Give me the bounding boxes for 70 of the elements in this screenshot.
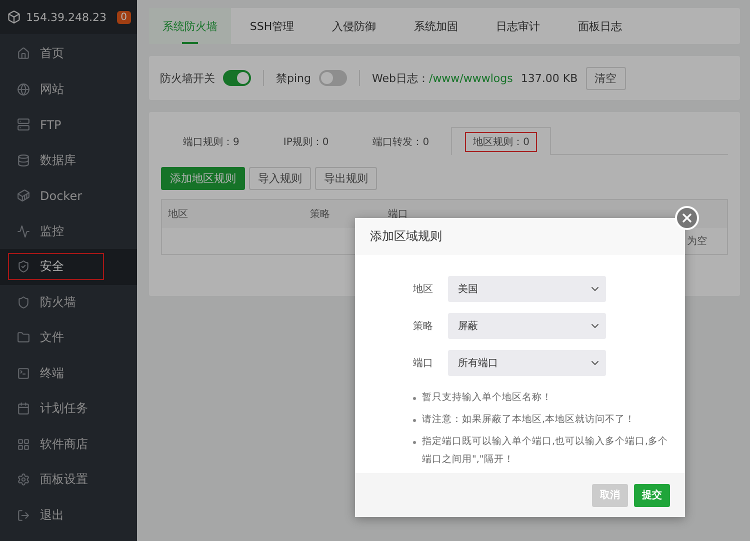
bullet-icon	[413, 397, 416, 400]
pulse-icon	[17, 224, 30, 238]
sidebar-item[interactable]: 终端	[0, 356, 137, 391]
shield-check-icon	[17, 260, 30, 274]
container-icon	[17, 189, 30, 202]
log-label: Web日志：	[372, 70, 429, 86]
rule-tab[interactable]: IP规则：0	[275, 132, 337, 152]
firewall-toggle[interactable]	[223, 70, 251, 86]
highlight-frame: 安全	[8, 253, 104, 280]
action-button[interactable]: 导出规则	[315, 167, 377, 190]
empty-text: 为空	[687, 234, 707, 248]
sidebar-item[interactable]: 网站	[0, 72, 137, 107]
note-text: 暂只支持输入单个地区名称！	[422, 391, 552, 405]
notification-badge[interactable]: 0	[116, 10, 131, 24]
sidebar-item[interactable]: 安全	[0, 249, 137, 284]
sidebar-item[interactable]: 计划任务	[0, 391, 137, 426]
field-label: 端口	[413, 356, 434, 370]
tab[interactable]: 系统加固	[395, 8, 477, 44]
sidebar-item[interactable]: 面板设置	[0, 462, 137, 498]
server-address: 154.39.248.23	[26, 10, 108, 24]
sidebar-item[interactable]: Docker	[0, 178, 137, 214]
rule-tab[interactable]: 端口规则：9	[175, 132, 248, 152]
sidebar-item[interactable]: FTP	[0, 107, 137, 142]
tab[interactable]: 日志审计	[477, 8, 559, 44]
column-header: 端口	[388, 208, 408, 221]
select-field[interactable]: 美国	[448, 276, 606, 302]
folder-icon	[17, 331, 30, 344]
column-header: 策略	[310, 208, 330, 221]
select-field[interactable]: 屏蔽	[448, 312, 606, 338]
note-text: 指定端口既可以输入单个端口,也可以输入多个端口,多个端口之间用","隔开！	[422, 435, 670, 467]
field-label: 策略	[413, 320, 434, 332]
submit-button[interactable]: 提交	[634, 484, 670, 506]
tab[interactable]: SSH管理	[231, 8, 313, 44]
sidebar-item[interactable]: 防火墙	[0, 284, 137, 320]
home-icon	[17, 47, 30, 60]
database-icon	[17, 154, 30, 167]
sidebar-item[interactable]: 文件	[0, 320, 137, 356]
shield-icon	[17, 296, 30, 309]
logout-icon	[17, 508, 30, 522]
rule-tab[interactable]: 端口转发：0	[364, 132, 438, 152]
select-field[interactable]: 所有端口	[448, 350, 606, 376]
sidebar-item[interactable]: 数据库	[0, 142, 137, 178]
column-header: 地区	[168, 208, 188, 221]
tab[interactable]: 系统防火墙	[149, 8, 231, 44]
ping-label: 禁ping	[276, 70, 311, 86]
close-icon	[680, 211, 694, 225]
action-button[interactable]: 导入规则	[249, 167, 311, 190]
log-path: /www/wwwlogs	[428, 72, 513, 84]
sidebar-item[interactable]: 首页	[0, 36, 137, 72]
bullet-icon	[413, 441, 416, 444]
log-size: 137.00 KB	[520, 72, 578, 84]
sidebar-item[interactable]: 软件商店	[0, 426, 137, 462]
grid-icon	[17, 438, 30, 451]
dialog-title: 添加区域规则	[370, 228, 442, 245]
calendar-icon	[17, 402, 30, 416]
clear-button[interactable]: 清空	[586, 66, 626, 90]
tab[interactable]: 面板日志	[559, 8, 641, 44]
globe-icon	[17, 82, 30, 96]
firewall-label: 防火墙开关	[160, 70, 215, 86]
note-text: 请注意：如果屏蔽了本地区,本地区就访问不了！	[422, 413, 636, 427]
sidebar-item[interactable]: 监控	[0, 214, 137, 249]
settings-icon	[17, 473, 30, 486]
rule-tab[interactable]: 地区规则：0	[465, 132, 538, 152]
bullet-icon	[413, 419, 416, 422]
sidebar-item[interactable]: 退出	[0, 498, 137, 533]
terminal-icon	[17, 366, 30, 380]
tab[interactable]: 入侵防御	[313, 8, 395, 44]
action-button[interactable]: 添加地区规则	[161, 167, 245, 190]
field-label: 地区	[413, 282, 434, 296]
ping-toggle[interactable]	[319, 70, 347, 86]
